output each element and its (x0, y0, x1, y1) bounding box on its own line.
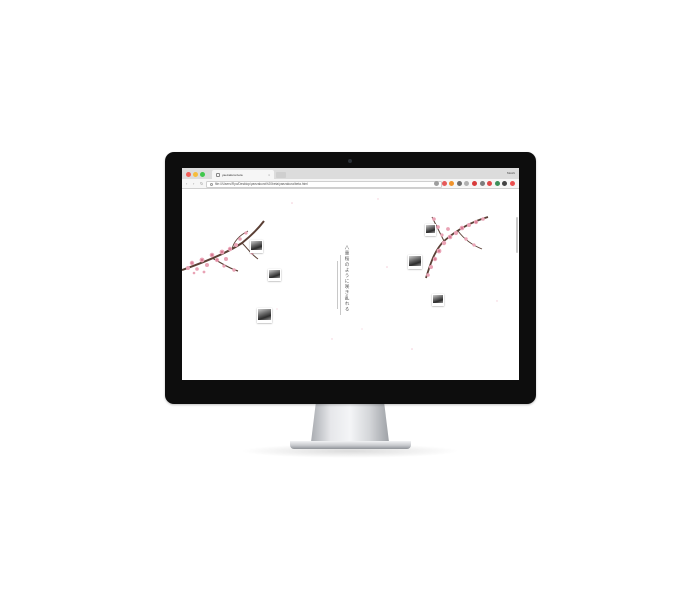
tab-title: yaezakura.beta (222, 172, 243, 177)
imac-monitor: yaezakura.beta × Moshi ‹ › ↻ file:///Use… (165, 152, 536, 404)
portrait-photo (426, 225, 435, 233)
sakura-art (182, 198, 498, 350)
extension-icon[interactable] (441, 181, 447, 186)
minimize-window-button[interactable] (193, 171, 198, 177)
extension-icon[interactable] (494, 181, 500, 186)
url-text: file:///Users/Ryo/Desktop/yaezakura%20be… (215, 182, 308, 186)
monitor-base (290, 441, 411, 449)
reload-button[interactable]: ↻ (200, 181, 203, 186)
close-window-button[interactable] (186, 171, 191, 177)
maximize-window-button[interactable] (200, 171, 205, 177)
extension-icon[interactable] (502, 181, 508, 186)
extension-icon[interactable] (434, 181, 439, 186)
webcam-icon (348, 159, 352, 163)
photo-card[interactable] (408, 255, 422, 269)
screen: yaezakura.beta × Moshi ‹ › ↻ file:///Use… (182, 168, 519, 380)
extension-icon[interactable] (464, 181, 470, 186)
forward-button[interactable]: › (193, 181, 194, 186)
tab-yaezakura[interactable]: yaezakura.beta × (212, 170, 274, 179)
new-tab-button[interactable] (276, 172, 286, 178)
page-icon (216, 172, 220, 177)
photo-card[interactable] (268, 269, 281, 281)
tab-bar: yaezakura.beta × Moshi (182, 168, 519, 179)
page-scrollbar[interactable] (515, 217, 518, 253)
photo-card[interactable] (250, 240, 263, 253)
poem-rule (340, 255, 341, 315)
falling-petals-icon (276, 198, 498, 350)
address-bar[interactable]: file:///Users/Ryo/Desktop/yaezakura%20be… (206, 180, 442, 188)
profile-label[interactable]: Moshi (507, 171, 515, 175)
poem-rule (337, 261, 338, 309)
tab-close-icon[interactable]: × (268, 173, 274, 177)
extension-icons (434, 181, 515, 186)
extension-icon[interactable] (456, 181, 462, 186)
back-button[interactable]: ‹ (186, 181, 187, 186)
portrait-photo (409, 256, 421, 266)
browser-toolbar: ‹ › ↻ file:///Users/Ryo/Desktop/yaezakur… (182, 179, 519, 189)
extension-icon[interactable] (479, 181, 485, 186)
extension-icon[interactable] (471, 181, 477, 186)
extension-icon[interactable] (449, 181, 455, 186)
page-content: 八重桜のように咲き乱れる (182, 189, 519, 380)
photo-card[interactable] (425, 224, 436, 236)
photo-card[interactable] (432, 294, 444, 306)
vertical-poem-text: 八重桜のように咲き乱れる (344, 245, 349, 313)
monitor-stand (311, 404, 389, 442)
portrait-photo (258, 309, 271, 320)
photo-card[interactable] (257, 308, 272, 323)
portrait-photo (251, 241, 262, 250)
file-info-icon (210, 182, 213, 186)
portrait-photo (433, 295, 443, 303)
extension-icon[interactable] (487, 181, 493, 186)
menu-icon[interactable]: ⋮ (511, 181, 515, 186)
portrait-photo (269, 270, 280, 278)
